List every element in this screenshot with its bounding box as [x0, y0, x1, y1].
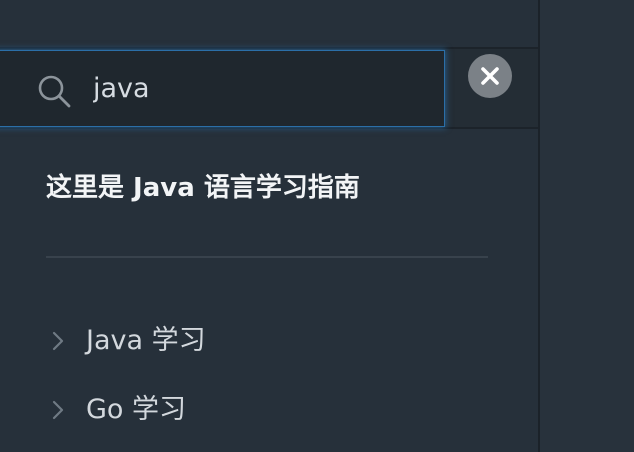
- search-page: 这里是 Java 语言学习指南 Java 学习 Go 学习: [0, 0, 634, 452]
- search-field[interactable]: [0, 50, 445, 127]
- list-item-java[interactable]: Java 学习: [46, 316, 486, 366]
- page-title: 这里是 Java 语言学习指南: [46, 173, 360, 203]
- clear-search-button[interactable]: [468, 54, 512, 98]
- search-icon: [37, 74, 71, 108]
- search-bar: [0, 49, 538, 129]
- chevron-right-icon: [52, 331, 64, 351]
- divider: [46, 256, 488, 258]
- search-input[interactable]: [93, 69, 423, 109]
- content-area: [540, 0, 634, 452]
- list-item-label: Java 学习: [86, 325, 206, 356]
- list-item-go[interactable]: Go 学习: [46, 385, 486, 435]
- list-item-label: Go 学习: [86, 394, 187, 425]
- sidebar-panel: 这里是 Java 语言学习指南 Java 学习 Go 学习: [0, 0, 538, 452]
- close-icon: [481, 67, 499, 85]
- chevron-right-icon: [52, 400, 64, 420]
